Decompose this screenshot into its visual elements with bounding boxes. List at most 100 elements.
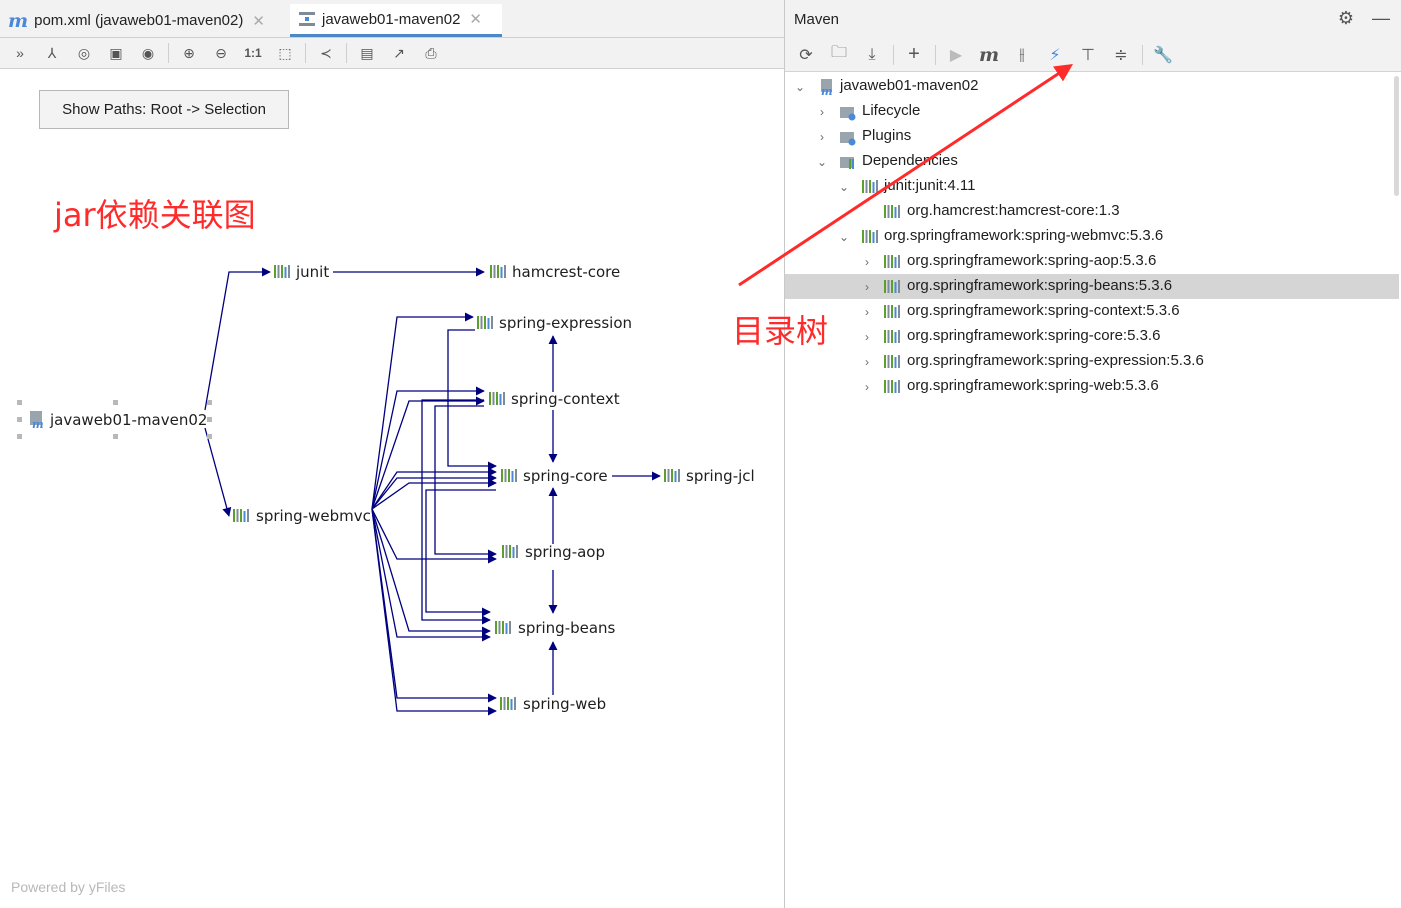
download-icon[interactable]: ⤓ [860,43,884,67]
diagram-toolbar: » ⅄ ◎ ▣ ◉ ⊕ ⊖ 1:1 ⬚ ≺ ▤ ↗ ⎙ [0,38,784,69]
tree-item-project[interactable]: ⌄ m javaweb01-maven02 [785,74,1399,99]
library-icon [274,265,290,278]
toggle-offline-icon[interactable]: ⫲ [1010,43,1034,67]
export-icon[interactable]: ↗ [387,41,411,65]
print-icon[interactable]: ⎙ [419,41,443,65]
actual-size-icon[interactable]: 1:1 [241,41,265,65]
graph-node-web[interactable]: spring-web [500,695,606,713]
svg-text:m: m [32,418,44,431]
tree-item-webmvc[interactable]: ⌄ org.springframework:spring-webmvc:5.3.… [785,224,1399,249]
node-label-core: spring-core [523,467,608,485]
dependency-graph: m javaweb01-maven02 junit hamcrest-core … [17,263,755,716]
zoom-out-icon[interactable]: ⊖ [209,41,233,65]
library-icon [500,697,516,710]
maven-toolbar: ⟳ 🗀 ⤓ + ▶ m ⫲ ⚡ ⊤ ≑ 🔧 [785,38,1401,72]
reload-icon[interactable]: ⟳ [794,43,818,67]
chevron-right-icon[interactable]: › [861,324,873,349]
tree-item-core[interactable]: › org.springframework:spring-core:5.3.6 [785,324,1399,349]
diagram-icon [299,12,315,26]
tree-item-dependencies[interactable]: ⌄ Dependencies [785,149,1399,174]
tree-item-label: org.springframework:spring-aop:5.3.6 [907,252,1157,269]
tree-item-beans[interactable]: › org.springframework:spring-beans:5.3.6 [785,274,1399,299]
diagram-editor: m pom.xml (javaweb01-maven02) ✕ javaweb0… [0,0,784,908]
maven-tool-window: Maven ⚙ — ⟳ 🗀 ⤓ + ▶ m ⫲ ⚡ ⊤ ≑ 🔧 ⌄ m java… [784,0,1401,908]
graph-node-aop[interactable]: spring-aop [502,543,605,561]
chevron-right-icon[interactable]: › [816,99,828,124]
chevron-right-icon[interactable]: › [816,124,828,149]
toolbar-divider [1142,44,1143,65]
share-icon[interactable]: ≺ [314,41,338,65]
scrollbar[interactable] [1394,76,1399,196]
skip-tests-icon[interactable]: ⚡ [1043,43,1067,67]
chevron-down-icon[interactable]: ⌄ [794,74,806,99]
tree-item-hamcrest[interactable]: org.hamcrest:hamcrest-core:1.3 [785,199,1399,224]
layout-icon[interactable]: ⅄ [40,41,64,65]
chevron-down-icon[interactable]: ⌄ [838,224,850,249]
graph-node-expression[interactable]: spring-expression [477,314,632,332]
toolbar-divider [346,43,347,63]
tab-pom-xml[interactable]: m pom.xml (javaweb01-maven02) ✕ [0,4,288,37]
tree-item-label: org.springframework:spring-expression:5.… [907,352,1204,369]
graph-edges [204,267,661,716]
gear-icon[interactable]: ⚙ [1338,8,1354,29]
library-icon [489,392,505,405]
library-icon [862,180,878,193]
graph-node-context[interactable]: spring-context [489,390,620,408]
chevron-right-icon[interactable]: › [861,349,873,374]
select-icon[interactable]: ◎ [72,41,96,65]
close-icon[interactable]: ✕ [252,12,265,30]
graph-node-webmvc[interactable]: spring-webmvc [233,507,371,525]
settings-wrench-icon[interactable]: 🔧 [1151,43,1175,67]
graph-node-jcl[interactable]: spring-jcl [664,467,755,485]
library-icon [884,330,900,343]
toolbar-divider [935,44,936,65]
svg-text:m: m [821,85,833,96]
node-label-hamcrest: hamcrest-core [512,263,620,281]
library-icon [884,205,900,218]
chevron-down-icon[interactable]: ⌄ [838,174,850,199]
tree-item-plugins[interactable]: › Plugins [785,124,1399,149]
execute-goal-icon[interactable]: m [977,43,1001,67]
chevron-right-icon[interactable]: › [861,274,873,299]
minimize-icon[interactable]: — [1372,8,1390,29]
tree-item-junit[interactable]: ⌄ junit:junit:4.11 [785,174,1399,199]
show-dependencies-icon[interactable]: ⊤ [1076,43,1100,67]
collapse-all-icon[interactable]: ≑ [1109,43,1133,67]
zoom-in-icon[interactable]: ⊕ [177,41,201,65]
node-label-root: javaweb01-maven02 [49,411,207,429]
graph-node-hamcrest[interactable]: hamcrest-core [490,263,620,281]
library-icon [233,509,249,522]
chevron-right-icon[interactable]: › [861,299,873,324]
library-icon [884,280,900,293]
graph-node-root[interactable]: m javaweb01-maven02 [17,400,212,439]
tab-diagram[interactable]: javaweb01-maven02 ✕ [290,4,502,37]
tree-item-label: javaweb01-maven02 [840,77,979,94]
chevron-down-icon[interactable]: ⌄ [816,149,828,174]
add-icon[interactable]: + [902,43,926,67]
tree-item-expression[interactable]: › org.springframework:spring-expression:… [785,349,1399,374]
chevron-right-icon[interactable]: › [861,374,873,399]
maven-file-icon: m [8,9,29,32]
maven-header: Maven ⚙ — [785,0,1401,38]
chevron-right-icon[interactable]: › [861,249,873,274]
eye-icon[interactable]: ◉ [136,41,160,65]
collapse-icon[interactable]: » [8,41,32,65]
module-icon: m [30,411,44,431]
tree-item-aop[interactable]: › org.springframework:spring-aop:5.3.6 [785,249,1399,274]
fit-icon[interactable]: ▣ [104,41,128,65]
tree-item-label: org.springframework:spring-core:5.3.6 [907,327,1161,344]
close-icon[interactable]: ✕ [469,10,482,28]
graph-node-beans[interactable]: spring-beans [495,619,616,637]
fit-content-icon[interactable]: ⬚ [273,41,297,65]
folder-gear-icon [840,132,856,146]
graph-node-junit[interactable]: junit [274,263,329,281]
tree-item-context[interactable]: › org.springframework:spring-context:5.3… [785,299,1399,324]
save-icon[interactable]: ▤ [355,41,379,65]
tree-item-lifecycle[interactable]: › Lifecycle [785,99,1399,124]
tree-item-label: Lifecycle [862,102,921,119]
graph-node-core[interactable]: spring-core [501,467,608,485]
toolbar-divider [168,43,169,63]
tree-item-web[interactable]: › org.springframework:spring-web:5.3.6 [785,374,1399,399]
run-icon[interactable]: ▶ [944,43,968,67]
add-maven-project-icon[interactable]: 🗀 [827,43,851,67]
